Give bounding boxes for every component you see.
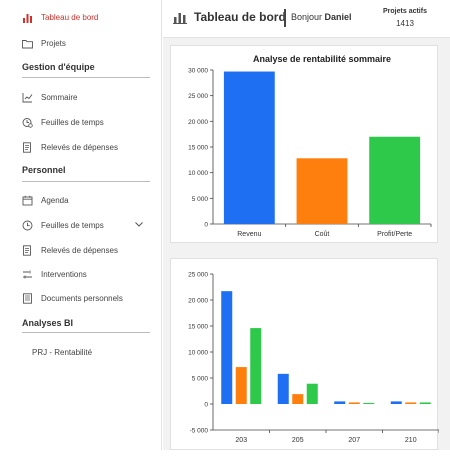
sidebar-item-personnel-feuilles-de-temps[interactable]: Feuilles de temps [22, 220, 104, 231]
y-tick-label: 5 000 [192, 376, 209, 383]
nav-item-label: Interventions [41, 270, 87, 279]
profitability-chart-card: Analyse de rentabilité sommaire 0 5 000 10 … [170, 45, 438, 243]
interventions-icon [23, 270, 32, 279]
y-tick-label: 0 [204, 222, 208, 229]
bar-207-series-2 [348, 402, 360, 404]
user-greeting: Bonjour Daniel [291, 12, 352, 22]
section-title-analyses-bi: Analyses BI [22, 318, 74, 328]
active-projects-count: 1413 [396, 19, 414, 28]
y-tick-label: 0 [204, 402, 208, 409]
bar-207-series-1 [334, 401, 346, 404]
bar-210-series-3 [419, 402, 431, 404]
page-header: Tableau de bord Bonjour Daniel Projets a… [163, 0, 450, 38]
x-tick-label: 207 [348, 437, 360, 444]
section-divider [22, 77, 150, 78]
chevron-down-icon[interactable] [134, 219, 144, 229]
nav-item-label: Feuilles de temps [41, 221, 104, 230]
x-tick-label: 203 [235, 437, 247, 444]
bar-profit-perte [369, 136, 421, 224]
timesheet-icon [22, 118, 33, 128]
folder-icon [22, 40, 33, 49]
nav-item-label: Documents personnels [41, 294, 123, 303]
section-divider [22, 181, 150, 182]
profitability-summary-chart: Analyse de rentabilité sommaire 0 5 000 10 … [188, 54, 432, 238]
sidebar-item-analyses-bi-prj-rentabilite[interactable]: PRJ - Rentabilité [32, 348, 92, 357]
dashboard-icon [173, 13, 187, 24]
header-divider [284, 9, 286, 27]
sidebar-item-personnel-releves-de-depenses[interactable]: Relevés de dépenses [22, 245, 118, 256]
nav-item-label: PRJ - Rentabilité [32, 348, 93, 357]
y-tick-label: -5 000 [190, 428, 209, 435]
sidebar-item-gestion-d-equipe-releves-de-depenses[interactable]: Relevés de dépenses [22, 142, 118, 153]
nav-item-label: Agenda [41, 196, 69, 205]
y-tick-label: 30 000 [188, 68, 208, 75]
y-tick-label: 5 000 [192, 196, 209, 203]
document-icon [23, 293, 32, 304]
x-tick-label: 205 [292, 437, 304, 444]
nav-item-label: Relevés de dépenses [41, 143, 118, 152]
nav-item-label: Tableau de bord [41, 13, 99, 22]
nav-item-label: Sommaire [41, 93, 78, 102]
y-tick-label: 25 000 [188, 93, 208, 100]
bar-203-series-3 [250, 328, 262, 404]
section-title-personnel: Personnel [22, 165, 66, 175]
sidebar-item-personnel-documents-personnels[interactable]: Documents personnels [22, 293, 123, 304]
nav-item-label: Relevés de dépenses [41, 246, 118, 255]
summary-chart-icon [22, 93, 33, 103]
bar-210-series-1 [390, 401, 402, 404]
user-name: Daniel [324, 12, 352, 22]
dashboard-icon [23, 14, 32, 23]
active-projects-label: Projets actifs [383, 8, 427, 15]
sidebar-item-personnel-interventions[interactable]: Interventions [22, 269, 87, 280]
calendar-icon [22, 195, 33, 206]
sidebar: Tableau de bord Projets Gestion d'équipe So… [0, 0, 162, 450]
y-tick-label: 10 000 [188, 350, 208, 357]
greeting-text: Bonjour [291, 12, 323, 22]
bar-cout [296, 158, 348, 224]
bar-205-series-1 [277, 373, 289, 404]
x-tick-label: 210 [405, 437, 417, 444]
y-tick-label: 15 000 [188, 145, 208, 152]
sidebar-item-gestion-d-equipe-feuilles-de-temps[interactable]: Feuilles de temps [22, 117, 104, 128]
bar-207-series-3 [363, 402, 375, 404]
sidebar-item-tableau-de-bord[interactable]: Tableau de bord [22, 12, 98, 23]
x-tick-label: Profit/Perte [377, 231, 412, 238]
bar-210-series-2 [405, 402, 417, 404]
bar-203-series-1 [221, 291, 233, 404]
bar-205-series-3 [306, 383, 318, 404]
y-tick-label: 20 000 [188, 298, 208, 305]
section-divider [22, 332, 150, 333]
y-tick-label: 20 000 [188, 119, 208, 126]
nav-item-label: Projets [41, 39, 66, 48]
y-tick-label: 10 000 [188, 170, 208, 177]
section-title-gestion-d-equipe: Gestion d'équipe [22, 62, 95, 72]
sidebar-item-projets[interactable]: Projets [22, 38, 66, 49]
project-profitability-chart: -5 000 0 5 000 10 000 15 000 20 000 25 000 203 2… [188, 272, 440, 444]
bar-revenu [223, 71, 275, 224]
project-chart-card: -5 000 0 5 000 10 000 15 000 20 000 25 000 203 2… [170, 258, 440, 450]
chart-title: Analyse de rentabilité sommaire [253, 54, 391, 64]
y-tick-label: 15 000 [188, 324, 208, 331]
x-tick-label: Coût [315, 231, 330, 238]
expense-report-icon [23, 245, 31, 256]
y-tick-label: 25 000 [188, 272, 208, 279]
page-title: Tableau de bord [194, 10, 286, 24]
bar-205-series-2 [292, 394, 304, 404]
expense-report-icon [23, 142, 31, 153]
x-tick-label: Revenu [237, 231, 261, 238]
sidebar-item-personnel-agenda[interactable]: Agenda [22, 195, 69, 206]
bar-203-series-2 [235, 367, 247, 404]
nav-item-label: Feuilles de temps [41, 118, 104, 127]
sidebar-item-gestion-d-equipe-sommaire[interactable]: Sommaire [22, 92, 77, 103]
clock-icon [22, 220, 33, 231]
